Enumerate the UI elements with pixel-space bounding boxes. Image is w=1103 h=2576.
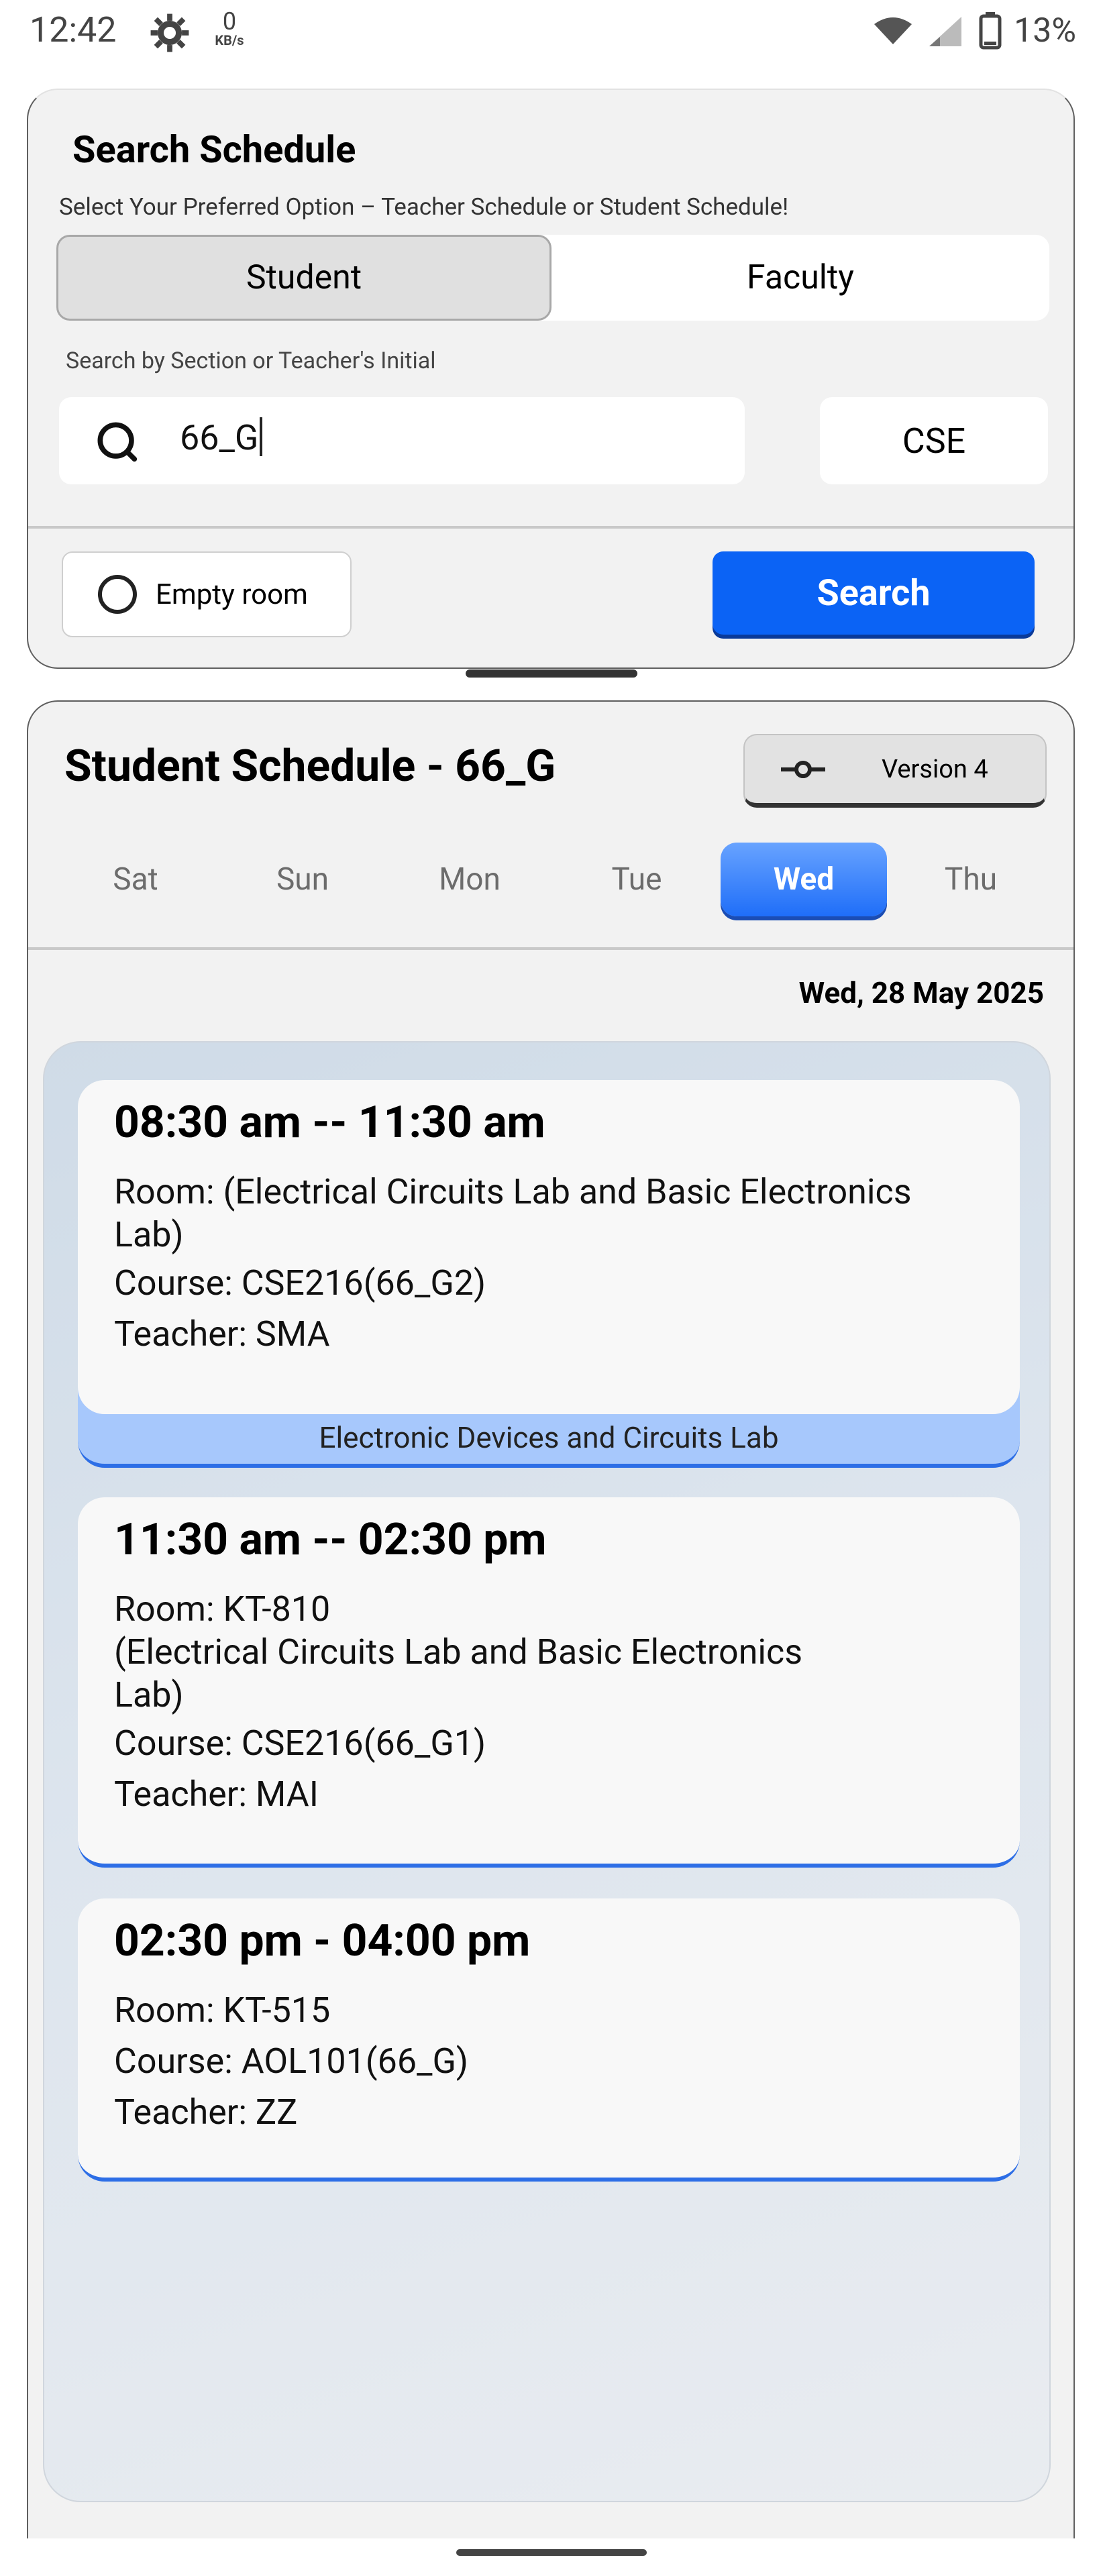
class-room: Room: (Electrical Circuits Lab and Basic… (114, 1171, 912, 1255)
class-teacher: Teacher: MAI (114, 1773, 319, 1815)
version-label: Version 4 (882, 754, 988, 784)
schedule-date: Wed, 28 May 2025 (798, 975, 1044, 1010)
tab-thu[interactable]: Thu (888, 843, 1054, 916)
search-input-text: 66_G (180, 417, 259, 458)
tab-sat[interactable]: Sat (52, 843, 219, 916)
network-speed: 0 KB/s (209, 9, 250, 47)
class-course: Course: CSE216(66_G2) (114, 1262, 486, 1303)
network-speed-value: 0 (222, 7, 237, 36)
search-schedule-card: Search Schedule Select Your Preferred Op… (27, 89, 1075, 669)
wifi-icon (874, 17, 912, 44)
battery-percent: 13% (1014, 11, 1076, 50)
class-room: Room: KT-515 (114, 1989, 331, 2031)
status-right: 13% (872, 9, 1076, 52)
signal-icon (929, 17, 962, 46)
tab-tue[interactable]: Tue (554, 843, 720, 916)
class-card[interactable]: 02:30 pm - 04:00 pm Room: KT-515 Course:… (78, 1898, 1020, 2182)
search-subtitle: Select Your Preferred Option – Teacher S… (59, 193, 789, 221)
card-drag-handle[interactable] (466, 669, 637, 678)
tab-wed[interactable]: Wed (721, 843, 887, 916)
search-input-value: 66_G (180, 417, 263, 458)
department-select[interactable]: CSE (820, 397, 1048, 484)
class-card[interactable]: 08:30 am -- 11:30 am Room: (Electrical C… (78, 1080, 1020, 1468)
divider (28, 947, 1073, 950)
settings-gear-icon (150, 13, 189, 52)
class-room: Room: KT-810 (114, 1588, 331, 1629)
version-button[interactable]: Version 4 (743, 734, 1047, 808)
class-time: 02:30 pm - 04:00 pm (114, 1915, 531, 1967)
empty-room-label: Empty room (156, 578, 308, 611)
schedule-type-toggle: Student Faculty (56, 235, 1049, 321)
text-cursor (260, 417, 263, 456)
class-card-body: 02:30 pm - 04:00 pm Room: KT-515 Course:… (78, 1898, 1020, 2182)
class-course: Course: AOL101(66_G) (114, 2040, 469, 2082)
day-tabs: Sat Sun Mon Tue Wed Thu (52, 843, 1056, 916)
gesture-nav-bar[interactable] (456, 2549, 647, 2556)
empty-room-toggle[interactable]: Empty room (62, 551, 352, 637)
class-time: 11:30 am -- 02:30 pm (114, 1514, 547, 1566)
schedule-title: Student Schedule - 66_G (64, 741, 556, 792)
status-time: 12:42 (30, 9, 117, 50)
class-card-body: 11:30 am -- 02:30 pm Room: KT-810 (Elect… (78, 1497, 1020, 1868)
class-time: 08:30 am -- 11:30 am (114, 1097, 545, 1148)
class-room-detail: (Electrical Circuits Lab and Basic Elect… (114, 1631, 803, 1715)
class-teacher: Teacher: ZZ (114, 2091, 298, 2133)
search-input[interactable]: 66_G (59, 397, 745, 484)
tab-mon[interactable]: Mon (386, 843, 553, 916)
student-toggle-button[interactable]: Student (56, 235, 552, 321)
search-title: Search Schedule (72, 127, 356, 172)
schedule-card: Student Schedule - 66_G Version 4 Sat Su… (27, 700, 1075, 2538)
network-speed-unit: KB/s (215, 32, 244, 48)
battery-icon (979, 12, 1002, 50)
faculty-toggle-button[interactable]: Faculty (552, 235, 1049, 321)
search-icon (97, 422, 138, 462)
search-button[interactable]: Search (713, 551, 1035, 635)
class-course-title: Electronic Devices and Circuits Lab (319, 1420, 779, 1455)
divider (28, 526, 1073, 529)
class-teacher: Teacher: SMA (114, 1313, 330, 1354)
class-card[interactable]: 11:30 am -- 02:30 pm Room: KT-810 (Elect… (78, 1497, 1020, 1868)
class-card-body: 08:30 am -- 11:30 am Room: (Electrical C… (78, 1080, 1020, 1414)
class-course: Course: CSE216(66_G1) (114, 1722, 486, 1764)
radio-circle-icon (98, 575, 137, 614)
classes-panel: 08:30 am -- 11:30 am Room: (Electrical C… (43, 1041, 1051, 2502)
tab-sun[interactable]: Sun (219, 843, 386, 916)
search-field-label: Search by Section or Teacher's Initial (66, 347, 436, 374)
commit-icon (781, 760, 825, 778)
